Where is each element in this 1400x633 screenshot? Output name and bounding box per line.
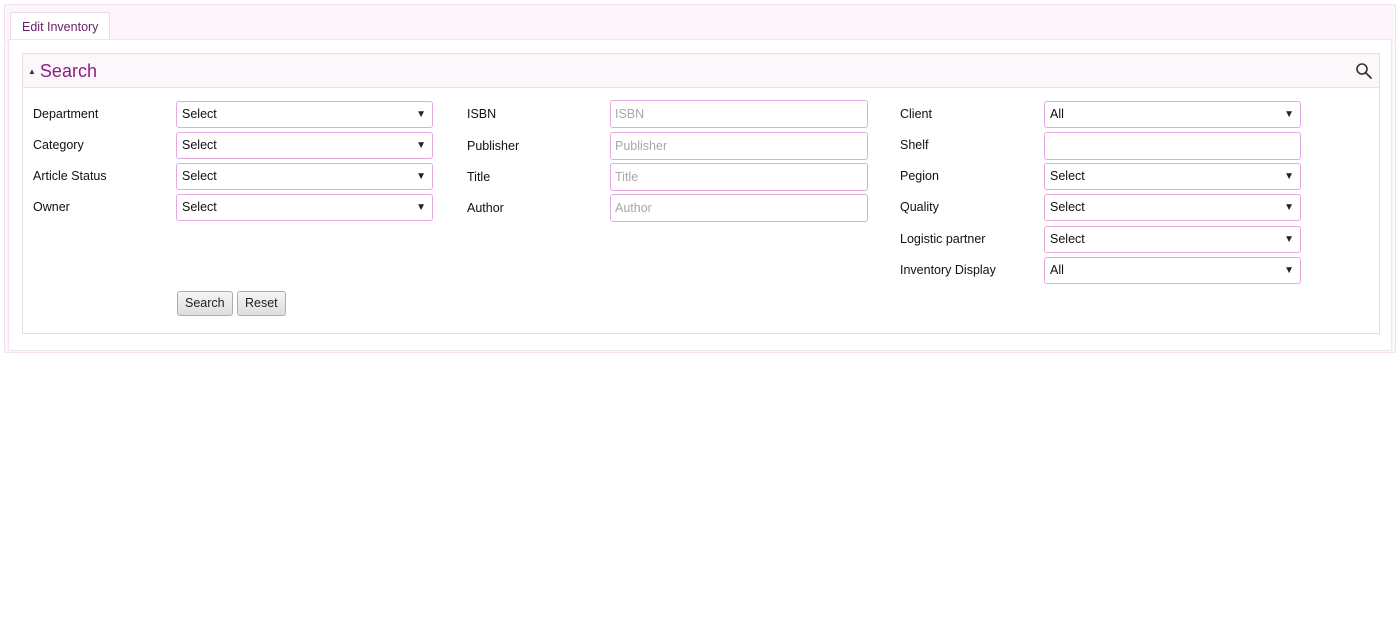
author-input[interactable] [610, 194, 868, 222]
chevron-down-icon: ▼ [1284, 234, 1294, 245]
chevron-down-icon: ▼ [1284, 202, 1294, 213]
chevron-down-icon: ▼ [1284, 265, 1294, 276]
search-button[interactable]: Search [177, 291, 233, 316]
category-select-value: Select [182, 138, 217, 152]
edit-inventory-window: Edit Inventory ▲ Search Department Selec… [4, 4, 1396, 353]
category-label: Category [33, 138, 84, 152]
inventory-display-select[interactable]: All ▼ [1044, 257, 1301, 284]
shelf-label: Shelf [900, 138, 929, 152]
department-select-value: Select [182, 107, 217, 121]
client-select-value: All [1050, 107, 1064, 121]
chevron-down-icon: ▼ [416, 109, 426, 120]
isbn-input[interactable] [610, 100, 868, 128]
client-select[interactable]: All ▼ [1044, 101, 1301, 128]
owner-select-value: Select [182, 200, 217, 214]
owner-select[interactable]: Select ▼ [176, 194, 433, 221]
pegion-select-value: Select [1050, 169, 1085, 183]
owner-label: Owner [33, 200, 70, 214]
chevron-down-icon: ▼ [416, 171, 426, 182]
search-section: ▲ Search Department Select ▼ Category Se… [22, 53, 1380, 334]
search-header: ▲ Search [23, 54, 1379, 88]
inventory-display-select-value: All [1050, 263, 1064, 277]
article-status-label: Article Status [33, 169, 107, 183]
quality-select[interactable]: Select ▼ [1044, 194, 1301, 221]
chevron-down-icon: ▼ [1284, 171, 1294, 182]
reset-button[interactable]: Reset [237, 291, 286, 316]
logistic-partner-label: Logistic partner [900, 232, 986, 246]
pegion-label: Pegion [900, 169, 939, 183]
department-label: Department [33, 107, 99, 121]
article-status-select[interactable]: Select ▼ [176, 163, 433, 190]
logistic-partner-select-value: Select [1050, 232, 1085, 246]
chevron-down-icon: ▼ [416, 140, 426, 151]
tab-panel: ▲ Search Department Select ▼ Category Se… [8, 39, 1392, 351]
logistic-partner-select[interactable]: Select ▼ [1044, 226, 1301, 253]
search-title: Search [39, 60, 97, 81]
publisher-label: Publisher [467, 139, 520, 153]
tab-bar: Edit Inventory [7, 7, 1393, 42]
tab-edit-inventory[interactable]: Edit Inventory [10, 12, 111, 42]
shelf-input[interactable] [1044, 132, 1301, 160]
article-status-select-value: Select [182, 169, 217, 183]
collapse-triangle-icon: ▲ [28, 66, 36, 76]
category-select[interactable]: Select ▼ [176, 132, 433, 159]
chevron-down-icon: ▼ [1284, 109, 1294, 120]
inventory-display-label: Inventory Display [900, 263, 996, 277]
pegion-select[interactable]: Select ▼ [1044, 163, 1301, 190]
isbn-label: ISBN [467, 107, 497, 121]
client-label: Client [900, 107, 932, 121]
publisher-input[interactable] [610, 132, 868, 160]
quality-select-value: Select [1050, 200, 1085, 214]
title-label: Title [467, 170, 491, 184]
title-input[interactable] [610, 163, 868, 191]
search-collapse-toggle[interactable]: ▲ Search [28, 61, 97, 81]
chevron-down-icon: ▼ [416, 202, 426, 213]
department-select[interactable]: Select ▼ [176, 101, 433, 128]
quality-label: Quality [900, 200, 939, 214]
author-label: Author [467, 201, 504, 215]
search-icon[interactable] [1355, 62, 1373, 80]
